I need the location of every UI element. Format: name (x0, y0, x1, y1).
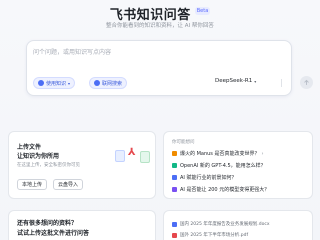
use-knowledge-label: 使用知识 (46, 80, 67, 87)
beta-badge: Beta (194, 6, 211, 15)
doc-file-icon (172, 221, 177, 227)
use-knowledge-chip[interactable]: 使用知识 ▾ (33, 77, 76, 89)
cloud-import-button[interactable]: 云盘导入 (53, 179, 83, 190)
upload-title: 上传文件 (17, 144, 42, 151)
chevron-down-icon: ▾ (254, 78, 257, 84)
upload-description: 在这里上传，安全私密仅你可见 (17, 163, 80, 168)
send-button[interactable] (300, 76, 313, 89)
suggested-questions-panel: 你可能想问 爆火的 Manus 是否真能改变世界？ › OpenAI 新的 GP… (163, 131, 313, 199)
sample-file-name: 国外 2025 年下半年市场分析.pdf (180, 233, 249, 238)
question-icon (172, 163, 177, 168)
upload-panel: 上传文件 让知识为你所用 在这里上传，安全私密仅你可见 本地上传 云盘导入 ⅄ (8, 131, 156, 199)
suggested-question[interactable]: 爆火的 Manus 是否真能改变世界？ › (172, 149, 264, 158)
suggested-question[interactable]: OpenAI 新的 GPT-4.5，能用怎么样？ (172, 161, 266, 170)
page-subtitle: 整合你能看到的知识和资料，让 AI 帮你回答 (106, 23, 214, 29)
ask-box: 问个问题，或用知识写点内容 使用知识 ▾ 联网搜索 DeepSeek-R1 ▾ (26, 40, 313, 96)
pdf-file-icon (172, 232, 177, 238)
suggested-question[interactable]: AI 是否能让 200 元的模型变得更强大？ (172, 185, 269, 194)
question-text: AI 是否能让 200 元的模型变得更强大？ (180, 187, 270, 193)
web-search-chip[interactable]: 联网搜索 (89, 77, 128, 89)
sample-file-item[interactable]: 国外 2025 年下半年市场分析.pdf (172, 232, 248, 238)
sheet-file-icon (140, 151, 150, 163)
question-icon (172, 151, 177, 156)
knowledge-icon (38, 80, 44, 86)
sample-files-panel: 国内 2025 年年度报告及业务发展规划.docx 国外 2025 年下半年市场… (163, 210, 313, 240)
upload-subtitle: 让知识为你所用 (17, 153, 60, 160)
suggested-questions-title: 你可能想问 (172, 140, 195, 145)
model-selector[interactable]: DeepSeek-R1 ▾ (215, 78, 256, 84)
question-icon (172, 187, 177, 192)
question-text: 爆火的 Manus 是否真能改变世界？ (180, 151, 260, 157)
chevron-down-icon: ▾ (68, 80, 71, 86)
sample-file-name: 国内 2025 年年度报告及业务发展规划.docx (180, 222, 270, 227)
arrow-right-icon: › (261, 150, 264, 157)
web-search-label: 联网搜索 (102, 80, 123, 87)
send-icon (304, 79, 309, 86)
doc-file-icon (115, 150, 125, 162)
divider (281, 79, 282, 87)
globe-icon (94, 80, 100, 86)
sample-file-item[interactable]: 国内 2025 年年度报告及业务发展规划.docx (172, 221, 270, 227)
question-icon (172, 175, 177, 180)
file-type-icons: ⅄ (115, 144, 151, 166)
question-text: OpenAI 新的 GPT-4.5，能用怎么样？ (180, 163, 266, 169)
more-files-panel: 还有很多想问的资料？ 试试上传这批文件进行问答 (8, 210, 156, 240)
question-text: AI 赋能行业的前景如何？ (180, 175, 237, 181)
pdf-file-icon: ⅄ (128, 147, 136, 158)
more-files-subtitle: 试试上传这批文件进行问答 (17, 230, 90, 237)
question-input[interactable]: 问个问题，或用知识写点内容 (33, 47, 283, 57)
suggested-question[interactable]: AI 赋能行业的前景如何？ (172, 173, 237, 182)
more-files-title: 还有很多想问的资料？ (17, 220, 78, 227)
model-name: DeepSeek-R1 (215, 78, 253, 84)
local-upload-button[interactable]: 本地上传 (17, 179, 47, 190)
